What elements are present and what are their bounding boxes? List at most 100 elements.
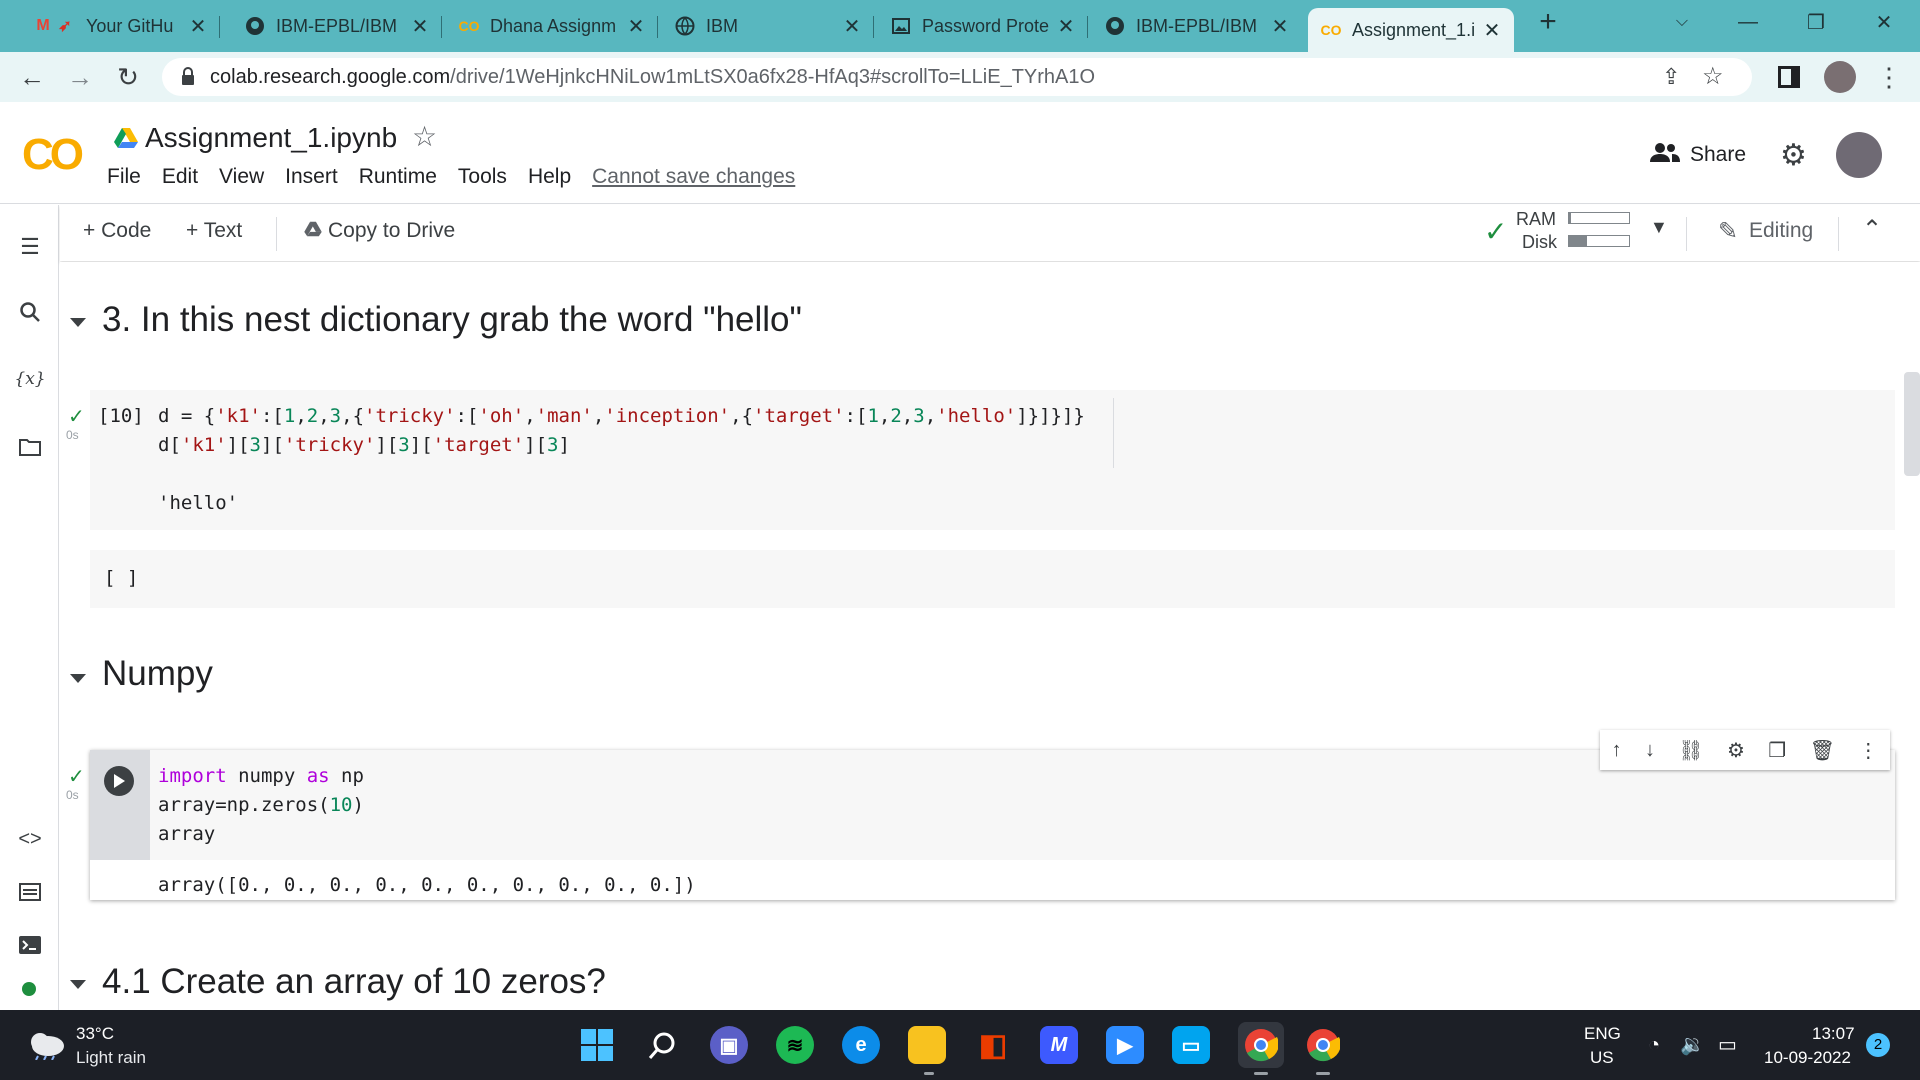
delete-icon[interactable]: 🗑 [1810, 738, 1835, 763]
folder-icon[interactable] [16, 433, 44, 461]
remote-desktop-icon[interactable]: ▭ [1172, 1026, 1210, 1064]
edge-icon[interactable]: e [842, 1026, 880, 1064]
menu-help[interactable]: Help [528, 165, 571, 189]
office-icon[interactable]: ◧ [974, 1026, 1012, 1064]
run-cell-button[interactable] [104, 766, 134, 796]
search-icon[interactable] [16, 298, 44, 326]
menu-edit[interactable]: Edit [162, 165, 198, 189]
menu-tools[interactable]: Tools [458, 165, 507, 189]
code-cell-1[interactable]: [10] d = {'k1':[1,2,3,{'tricky':['oh','m… [90, 390, 1895, 476]
bookmark-star-icon[interactable]: ☆ [1702, 62, 1724, 91]
tab-2[interactable]: IBM-EPBL/IBM ✕ [232, 8, 442, 44]
chrome-icon[interactable] [1304, 1026, 1342, 1064]
window-close-icon[interactable]: ✕ [1856, 0, 1912, 44]
move-down-icon[interactable]: ↓ [1645, 739, 1655, 762]
editing-mode-label[interactable]: Editing [1749, 219, 1813, 243]
language-region[interactable]: US [1590, 1048, 1614, 1068]
chevron-down-icon[interactable]: ⌵ [1654, 0, 1710, 44]
new-tab-icon[interactable]: + [1520, 0, 1576, 44]
close-icon[interactable]: ✕ [1270, 14, 1290, 39]
language-code[interactable]: ENG [1584, 1024, 1621, 1044]
menu-file[interactable]: File [107, 165, 141, 189]
menu-insert[interactable]: Insert [285, 165, 338, 189]
teams-chat-icon[interactable]: ▣ [710, 1026, 748, 1064]
tab-4[interactable]: IBM ✕ [662, 8, 874, 44]
menu-runtime[interactable]: Runtime [359, 165, 437, 189]
close-icon[interactable]: ✕ [626, 14, 646, 39]
add-code-button[interactable]: + Code [83, 219, 151, 243]
add-text-button[interactable]: + Text [186, 219, 242, 243]
tab-7-active[interactable]: CO Assignment_1.i ✕ [1308, 8, 1514, 52]
command-palette-icon[interactable] [16, 878, 44, 906]
spotify-icon[interactable]: ≋ [776, 1026, 814, 1064]
resources-dropdown-icon[interactable]: ▼ [1650, 217, 1668, 238]
file-explorer-icon[interactable] [908, 1026, 946, 1064]
weather-temp[interactable]: 33°C [76, 1024, 114, 1044]
weather-desc[interactable]: Light rain [76, 1048, 146, 1068]
account-avatar[interactable] [1836, 132, 1882, 178]
share-button[interactable]: Share [1650, 142, 1746, 168]
more-options-icon[interactable]: ⋮ [1858, 738, 1878, 763]
code-cell-2[interactable]: [ ] [90, 550, 1895, 608]
app-icon[interactable]: M [1040, 1026, 1078, 1064]
cell-toolbar: ↑ ↓ ⛓ ⚙ ❐ 🗑 ⋮ [1600, 730, 1890, 770]
side-panel-icon[interactable] [1778, 66, 1800, 88]
close-icon[interactable]: ✕ [842, 14, 862, 39]
windows-start-icon[interactable] [578, 1026, 616, 1064]
restore-icon[interactable]: ❐ [1788, 0, 1844, 44]
share-page-icon[interactable]: ⇪ [1662, 64, 1680, 90]
wifi-icon[interactable]: ◔ [1648, 1034, 1660, 1057]
code-editor[interactable]: d = {'k1':[1,2,3,{'tricky':['oh','man','… [158, 402, 1085, 460]
copy-to-drive-button[interactable]: Copy to Drive [304, 219, 455, 243]
variables-icon[interactable]: {x} [14, 365, 45, 393]
collapse-section-caret-icon[interactable] [70, 674, 86, 683]
clock-time[interactable]: 13:07 [1812, 1024, 1855, 1044]
notification-badge[interactable]: 2 [1866, 1033, 1890, 1057]
ram-bar[interactable] [1568, 212, 1630, 224]
clock-date[interactable]: 10-09-2022 [1764, 1048, 1851, 1068]
scrollbar-thumb[interactable] [1904, 372, 1920, 476]
tab-1[interactable]: M ➶ Your GitHu ✕ [20, 8, 220, 44]
tab-title: IBM-EPBL/IBM [1136, 15, 1258, 36]
mirror-cell-icon[interactable]: ❐ [1768, 738, 1786, 763]
notebook-toolbar: + Code + Text Copy to Drive ✓ RAM Disk ▼… [60, 205, 1920, 261]
notebook-title[interactable]: Assignment_1.ipynb [145, 122, 397, 154]
star-icon[interactable]: ☆ [412, 120, 437, 153]
forward-icon[interactable]: → [58, 52, 102, 102]
code-editor[interactable]: import numpy as np array=np.zeros(10) ar… [158, 762, 364, 849]
link-icon[interactable]: ⛓ [1678, 738, 1703, 763]
settings-gear-icon[interactable]: ⚙ [1727, 738, 1745, 763]
colab-logo[interactable]: CO [22, 130, 84, 180]
chrome-menu-icon[interactable]: ⋮ [1876, 62, 1902, 93]
omnibox[interactable]: colab.research.google.com/drive/1WeHjnkc… [162, 58, 1752, 96]
settings-gear-icon[interactable]: ⚙ [1780, 138, 1807, 173]
reload-icon[interactable]: ↻ [106, 52, 150, 102]
chrome-icon-active[interactable] [1238, 1022, 1284, 1068]
collapse-section-caret-icon[interactable] [70, 980, 86, 989]
move-up-icon[interactable]: ↑ [1612, 739, 1622, 762]
collapse-header-icon[interactable]: ⌃ [1862, 215, 1882, 244]
close-icon[interactable]: ✕ [1056, 14, 1076, 39]
focused-code-cell[interactable]: import numpy as np array=np.zeros(10) ar… [90, 750, 1895, 900]
close-icon[interactable]: ✕ [188, 14, 208, 39]
volume-icon[interactable]: 🔉 [1680, 1032, 1705, 1057]
zoom-icon[interactable]: ▶ [1106, 1026, 1144, 1064]
table-of-contents-icon[interactable]: ☰ [16, 233, 44, 261]
tab-6[interactable]: IBM-EPBL/IBM ✕ [1092, 8, 1302, 44]
code-snippets-icon[interactable]: <> [16, 825, 44, 853]
disk-bar[interactable] [1568, 235, 1630, 247]
minimize-icon[interactable]: — [1720, 0, 1776, 44]
close-icon[interactable]: ✕ [410, 14, 430, 39]
battery-icon[interactable]: ▭ [1718, 1032, 1737, 1057]
terminal-icon[interactable] [16, 931, 44, 959]
search-icon[interactable] [644, 1026, 682, 1064]
profile-avatar[interactable] [1824, 61, 1856, 93]
collapse-section-caret-icon[interactable] [70, 318, 86, 327]
exec-count[interactable]: [ ] [104, 564, 138, 593]
close-icon[interactable]: ✕ [1482, 18, 1502, 43]
tab-5[interactable]: Password Prote ✕ [878, 8, 1088, 44]
tab-3[interactable]: CO Dhana Assignm ✕ [446, 8, 658, 44]
back-icon[interactable]: ← [10, 52, 54, 102]
menu-view[interactable]: View [219, 165, 264, 189]
cannot-save-link[interactable]: Cannot save changes [592, 165, 795, 189]
